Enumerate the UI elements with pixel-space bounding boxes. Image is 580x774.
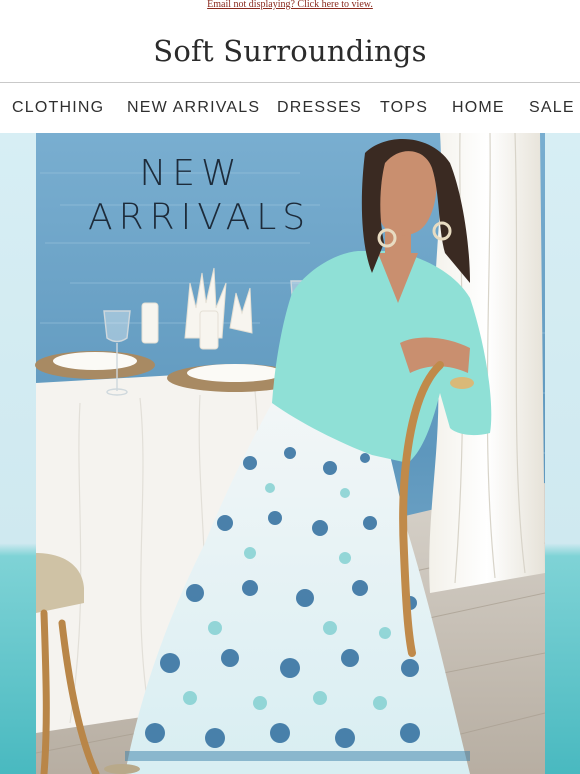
main-nav: CLOTHING NEW ARRIVALS DRESSES TOPS HOME … bbox=[0, 99, 580, 121]
view-in-browser-link[interactable]: Email not displaying? Click here to view… bbox=[207, 0, 373, 10]
nav-item-home[interactable]: HOME bbox=[452, 99, 505, 117]
brand-logo[interactable]: Soft Surroundings bbox=[0, 34, 580, 68]
hero-heading-line-1: NEW bbox=[139, 153, 243, 194]
header-divider bbox=[0, 82, 580, 83]
nav-item-dresses[interactable]: DRESSES bbox=[277, 99, 362, 117]
nav-item-clothing[interactable]: CLOTHING bbox=[12, 99, 104, 117]
hero-heading-line-2: ARRIVALS bbox=[88, 197, 312, 238]
preheader: Email not displaying? Click here to view… bbox=[0, 0, 580, 10]
nav-item-sale[interactable]: SALE bbox=[529, 99, 575, 117]
nav-item-tops[interactable]: TOPS bbox=[380, 99, 428, 117]
nav-item-new-arrivals[interactable]: NEW ARRIVALS bbox=[127, 99, 260, 117]
hero-banner[interactable]: NEW ARRIVALS bbox=[0, 133, 580, 774]
